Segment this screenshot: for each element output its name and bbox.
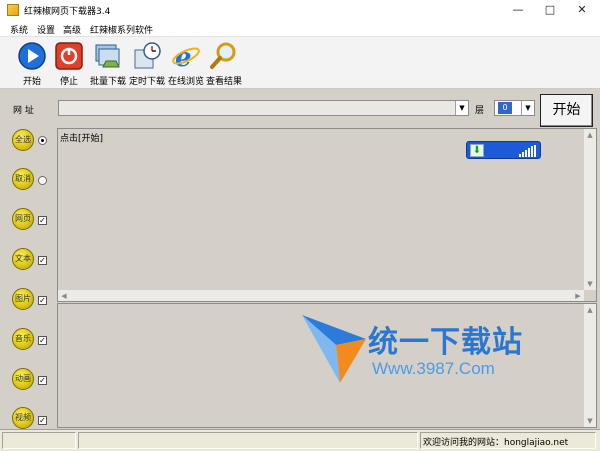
- toolbar-timer-download-label: 定时下载: [128, 77, 165, 87]
- status-bar: 欢迎访问我的网站：honglajiao.net: [0, 429, 600, 451]
- watermark-logo-icon: [302, 315, 366, 383]
- menu-settings[interactable]: 设置: [37, 23, 55, 36]
- layer-label: 层: [475, 106, 485, 116]
- toolbar-stop-button[interactable]: 停止: [53, 41, 85, 89]
- layer-value: 0: [498, 102, 512, 114]
- toolbar-start-button[interactable]: 开始: [16, 41, 48, 89]
- minimize-button[interactable]: —: [502, 0, 534, 20]
- results-scroll-up-icon[interactable]: ▲: [584, 304, 596, 316]
- scroll-right-icon[interactable]: ▶: [572, 290, 584, 302]
- app-icon: [7, 4, 19, 16]
- log-text: 点击[开始]: [60, 134, 104, 144]
- toolbar-online-browse-label: 在线浏览: [167, 77, 204, 87]
- watermark-url: Www.3987.Com: [372, 359, 495, 378]
- watermark-title: 统一下载站: [368, 325, 523, 360]
- option-image-button[interactable]: 图片: [12, 288, 34, 310]
- status-cell-2: [78, 432, 418, 449]
- watermark: 统一下载站 Www.3987.Com: [300, 309, 540, 389]
- toolbar-timer-download-button[interactable]: 定时下载: [128, 41, 166, 89]
- scroll-down-icon[interactable]: ▼: [584, 278, 596, 290]
- option-cancel-button[interactable]: 取消: [12, 168, 34, 190]
- music-checkbox[interactable]: ✓: [38, 336, 47, 345]
- download-speed-widget[interactable]: ⬇: [466, 141, 541, 159]
- image-checkbox[interactable]: ✓: [38, 296, 47, 305]
- option-music-button[interactable]: 音乐: [12, 328, 34, 350]
- close-button[interactable]: ✕: [566, 0, 598, 20]
- menu-series-software[interactable]: 红辣椒系列软件: [90, 23, 153, 36]
- ie-browser-icon: e: [172, 43, 200, 71]
- toolbar-batch-download-label: 批量下载: [89, 77, 126, 87]
- toolbar-view-results-label: 查看结果: [205, 77, 242, 87]
- start-button[interactable]: 开始: [540, 94, 593, 127]
- menu-bar: 系统 设置 高级 红辣椒系列软件: [0, 20, 600, 36]
- menu-advanced[interactable]: 高级: [63, 23, 81, 36]
- toolbar-batch-download-button[interactable]: 批量下载: [88, 41, 128, 89]
- option-animation-button[interactable]: 动画: [12, 368, 34, 390]
- download-arrow-icon: ⬇: [470, 144, 484, 157]
- webpage-checkbox[interactable]: ✓: [38, 216, 47, 225]
- status-cell-1: [2, 432, 76, 449]
- results-scroll-down-icon[interactable]: ▼: [584, 415, 596, 427]
- toolbar-stop-label: 停止: [59, 77, 78, 87]
- text-checkbox[interactable]: ✓: [38, 256, 47, 265]
- layer-dropdown-arrow-icon[interactable]: ▼: [521, 101, 534, 115]
- stop-icon: [55, 42, 83, 70]
- select-all-radio[interactable]: [38, 136, 47, 145]
- toolbar-start-label: 开始: [22, 77, 41, 87]
- option-video-button[interactable]: 视频: [12, 407, 34, 429]
- option-select-all-button[interactable]: 全选: [12, 129, 34, 151]
- window-title: 红辣椒网页下载器3.4: [24, 7, 111, 17]
- menu-system[interactable]: 系统: [10, 23, 28, 36]
- toolbar-view-results-button[interactable]: 查看结果: [205, 41, 243, 89]
- status-message: 欢迎访问我的网站：honglajiao.net: [423, 438, 569, 448]
- maximize-button[interactable]: □: [534, 0, 566, 20]
- scroll-up-icon[interactable]: ▲: [584, 129, 596, 141]
- video-checkbox[interactable]: ✓: [38, 416, 47, 425]
- log-horizontal-scrollbar[interactable]: ◀ ▶: [58, 289, 584, 301]
- results-vertical-scrollbar[interactable]: ▲ ▼: [583, 304, 596, 427]
- log-pane: 点击[开始] ⬇ ▲ ▼ ◀ ▶: [57, 128, 597, 302]
- url-input[interactable]: ▼: [58, 100, 469, 116]
- batch-download-icon: [95, 44, 120, 68]
- play-icon: [18, 42, 46, 70]
- timer-download-icon: [134, 42, 161, 69]
- option-text-button[interactable]: 文本: [12, 248, 34, 270]
- layer-select[interactable]: 0 ▼: [494, 100, 535, 116]
- cancel-radio[interactable]: [38, 176, 47, 185]
- title-bar: 红辣椒网页下载器3.4 — □ ✕: [0, 0, 600, 20]
- toolbar-online-browse-button[interactable]: e 在线浏览: [167, 41, 205, 89]
- toolbar: 开始 停止 批量下载 定时下载 e 在线浏览 查看结果: [0, 36, 600, 89]
- url-dropdown-arrow-icon[interactable]: ▼: [455, 101, 468, 115]
- url-label: 网 址: [13, 106, 34, 116]
- option-webpage-button[interactable]: 网页: [12, 208, 34, 230]
- signal-bars-icon: [519, 145, 539, 157]
- svg-text:e: e: [175, 43, 192, 71]
- animation-checkbox[interactable]: ✓: [38, 376, 47, 385]
- scroll-left-icon[interactable]: ◀: [58, 290, 70, 302]
- search-results-icon: [210, 42, 236, 69]
- log-vertical-scrollbar[interactable]: ▲ ▼: [583, 129, 596, 290]
